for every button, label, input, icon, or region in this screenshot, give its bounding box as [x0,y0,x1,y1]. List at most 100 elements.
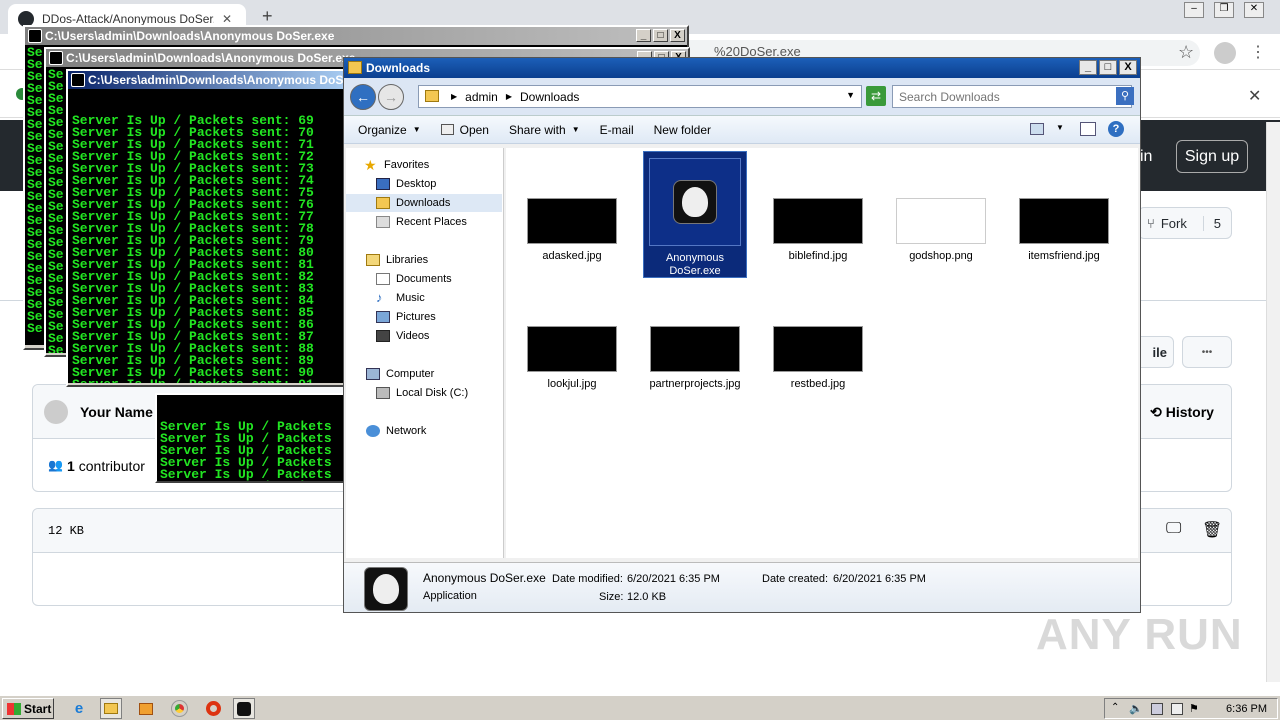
nav-documents[interactable]: Documents [346,270,502,288]
opera-icon[interactable] [202,698,224,719]
file-item[interactable]: adasked.jpg [520,198,624,263]
commit-author[interactable]: Your Name [80,404,153,420]
nav-local-disk[interactable]: Local Disk (C:) [346,384,502,402]
ie-icon[interactable]: e [68,698,90,719]
nav-libraries[interactable]: Libraries [346,251,502,269]
infobar-close-icon[interactable]: ✕ [1248,86,1261,106]
contributors-count: 1 [66,458,75,474]
flag-icon[interactable]: ⚑ [1189,702,1199,715]
nav-recent-places[interactable]: Recent Places [346,213,502,231]
console-title-bar[interactable]: C:\Users\admin\Downloads\Anonymous DoSer… [25,27,687,45]
menu-kebab-icon[interactable]: ⋮ [1250,42,1266,62]
desktop-icon[interactable]: 🖵 [1166,520,1181,538]
bookmark-star-icon[interactable]: ☆ [1178,42,1194,63]
breadcrumb-downloads[interactable]: Downloads [520,90,579,104]
maximize-button[interactable]: ❐ [1214,2,1234,18]
image-thumbnail [650,326,740,372]
anonymous-doser-taskbar-icon[interactable] [233,698,255,719]
new-folder-button[interactable]: New folder [644,123,721,137]
libraries-icon [366,254,380,266]
nav-downloads[interactable]: Downloads [346,194,502,212]
monitor-tray-icon[interactable] [1171,703,1183,715]
explorer-window[interactable]: Downloads _ □ X ← → ▶ admin ▶ Downloads … [343,57,1141,613]
page-scrollbar[interactable] [1266,122,1280,682]
refresh-icon[interactable]: ⇄ [866,86,886,106]
sign-in-link[interactable]: in [1140,148,1152,166]
minimize-button[interactable]: _ [1079,60,1097,75]
chevron-down-icon[interactable]: ▼ [1056,123,1064,132]
nav-label: Network [386,425,427,437]
file-name: Anonymous DoSer.exe [665,252,725,277]
close-button[interactable]: X [1119,60,1137,75]
change-view-icon[interactable] [1030,123,1044,135]
file-item[interactable]: itemsfriend.jpg [1012,198,1116,263]
explorer-title: Downloads [366,61,431,75]
image-thumbnail [1019,198,1109,244]
system-tray: ⌃ 🔈 ⚑ 6:36 PM [1104,698,1278,719]
open-button[interactable]: Open [431,123,499,137]
file-item[interactable]: partnerprojects.jpg [643,326,747,391]
maximize-button[interactable]: □ [1099,60,1117,75]
chrome-icon[interactable] [168,698,190,719]
new-tab-button[interactable]: + [262,6,273,27]
contributors-link[interactable]: 👥 1 contributor [48,458,145,474]
explorer-title-bar[interactable]: Downloads _ □ X [344,58,1140,78]
file-item-selected[interactable]: Anonymous DoSer.exe [643,151,747,278]
share-label: Share with [508,122,566,137]
close-window-button[interactable]: ✕ [1244,2,1264,18]
console-window-4[interactable]: Server Is Up / Packets Server Is Up / Pac… [155,393,345,483]
email-button[interactable]: E-mail [590,123,644,137]
nav-network[interactable]: Network [346,422,502,440]
tray-expand-icon[interactable]: ⌃ [1111,702,1119,713]
organize-button[interactable]: Organize ▼ [344,123,431,137]
explorer-taskbar-icon[interactable] [100,698,122,719]
nav-desktop[interactable]: Desktop [346,175,502,193]
nav-favorites[interactable]: ★ Favorites [346,156,502,174]
minimize-button[interactable]: _ [636,29,651,42]
nav-videos[interactable]: Videos [346,327,502,345]
maximize-button[interactable]: □ [653,29,668,42]
more-options-button[interactable]: ••• [1182,336,1232,368]
start-button[interactable]: Start [2,698,54,719]
file-item[interactable]: lookjul.jpg [520,326,624,391]
media-player-icon[interactable] [135,698,157,719]
fork-button[interactable]: ⑂ Fork 5 [1138,207,1232,239]
help-icon[interactable]: ? [1108,121,1124,137]
breadcrumb-admin[interactable]: admin [465,90,498,104]
image-thumbnail [896,198,986,244]
file-name: restbed.jpg [790,378,846,390]
nav-label: Recent Places [396,216,467,228]
trash-icon[interactable]: 🗑 [1202,520,1222,540]
details-modified-label: Date modified: [552,573,623,585]
history-link[interactable]: ⟲ History [1150,404,1214,421]
clock[interactable]: 6:36 PM [1226,703,1267,715]
folder-icon [348,61,362,74]
chevron-down-icon: ▼ [412,125,421,134]
file-item[interactable]: restbed.jpg [766,326,870,391]
search-icon[interactable]: ⚲ [1116,87,1134,105]
back-arrow-icon[interactable]: ← [350,84,376,110]
file-item[interactable]: biblefind.jpg [766,198,870,263]
volume-icon[interactable]: 🔈 [1129,702,1143,715]
breadcrumb[interactable]: ▶ admin ▶ Downloads ▼ [418,85,862,108]
chevron-down-icon[interactable]: ▼ [846,90,855,100]
close-tab-icon[interactable]: ✕ [222,12,232,26]
forward-arrow-icon[interactable]: → [378,84,404,110]
profile-avatar-icon[interactable] [1214,42,1236,64]
nav-pictures[interactable]: Pictures [346,308,502,326]
minimize-button[interactable]: ‒ [1184,2,1204,18]
share-with-button[interactable]: Share with ▼ [499,123,590,137]
close-button[interactable]: X [670,29,685,42]
console-window-3[interactable]: C:\Users\admin\Downloads\Anonymous DoSer… [66,69,346,387]
nav-computer[interactable]: Computer [346,365,502,383]
console-title-bar[interactable]: C:\Users\admin\Downloads\Anonymous DoSer… [68,71,344,89]
network-tray-icon[interactable] [1151,703,1163,715]
sign-up-button[interactable]: Sign up [1176,140,1248,173]
file-item[interactable]: godshop.png [889,198,993,263]
downloads-folder-icon [376,197,390,209]
history-icon: ⟲ [1150,404,1162,420]
navigation-pane: ★ Favorites Desktop Downloads Recent Plac… [346,148,504,558]
nav-music[interactable]: ♪ Music [346,289,502,307]
preview-pane-icon[interactable] [1080,122,1096,136]
search-input[interactable] [892,85,1132,108]
